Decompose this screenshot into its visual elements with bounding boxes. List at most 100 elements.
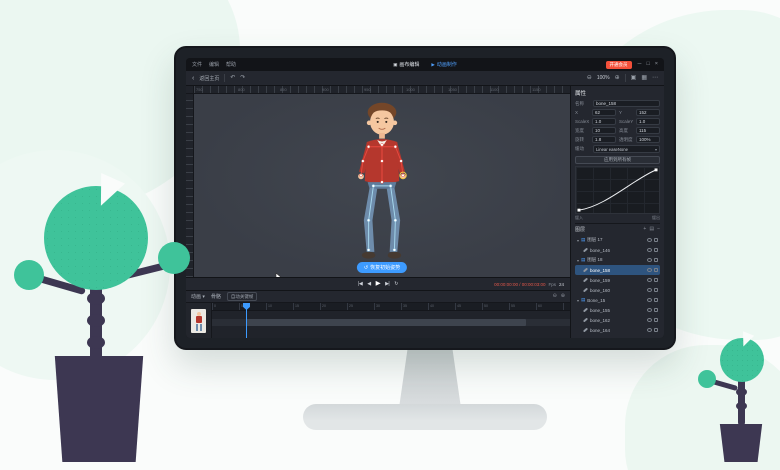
frame-number: 0 bbox=[212, 303, 239, 310]
fps-value[interactable]: 24 bbox=[559, 282, 564, 287]
play-button[interactable]: ▶ bbox=[376, 281, 381, 288]
group-layers-icon[interactable]: ▤ bbox=[649, 227, 654, 232]
layer-name: Bone_15 bbox=[587, 298, 645, 303]
chevron-down-icon[interactable]: ▾ bbox=[577, 298, 579, 303]
visibility-icon[interactable] bbox=[647, 268, 652, 272]
back-home-button[interactable]: 返回主页 bbox=[199, 75, 219, 82]
layer-row[interactable]: ▾▤图层 18 bbox=[575, 255, 660, 265]
step-back-button[interactable]: ◀ bbox=[367, 282, 370, 287]
property-input[interactable]: 1.0 bbox=[592, 118, 616, 125]
timeline-tab[interactable]: 动画 ▾ bbox=[191, 293, 205, 300]
visibility-icon[interactable] bbox=[647, 278, 652, 282]
undo-icon[interactable]: ↶ bbox=[230, 75, 235, 81]
visibility-icon[interactable] bbox=[647, 308, 652, 312]
lock-icon[interactable] bbox=[654, 248, 658, 252]
menu-item[interactable]: 帮助 bbox=[226, 61, 236, 68]
visibility-icon[interactable] bbox=[647, 318, 652, 322]
auto-keyframe-toggle[interactable]: 自动关键帧 bbox=[227, 292, 258, 301]
divider bbox=[224, 74, 225, 82]
skip-start-button[interactable]: |◀ bbox=[358, 282, 362, 287]
decorative-plant-left bbox=[12, 186, 190, 462]
easing-select[interactable]: Linear easeNone ▾ bbox=[593, 145, 660, 153]
step-forward-button[interactable]: ▶| bbox=[385, 282, 389, 287]
lock-icon[interactable] bbox=[654, 288, 658, 292]
animation-clip[interactable] bbox=[246, 319, 526, 326]
timeline-thumbnail[interactable] bbox=[191, 309, 206, 333]
layer-row[interactable]: bone_162 bbox=[575, 315, 660, 325]
visibility-icon[interactable] bbox=[647, 248, 652, 252]
frame-number: 45 bbox=[455, 303, 482, 310]
timecode: 00:00:00:00 / 00:00:03:00 bbox=[494, 282, 545, 287]
toolbar-left: ‹ 返回主页 ↶↷ bbox=[192, 74, 245, 82]
property-input[interactable]: 10 bbox=[592, 127, 616, 134]
plant-leaf-pod bbox=[158, 242, 190, 274]
mode-tab[interactable]: ▶动画制作 bbox=[431, 61, 456, 68]
ease-out-label: 缓出 bbox=[652, 215, 660, 221]
minimize-button[interactable]: ─ bbox=[638, 62, 642, 68]
property-input[interactable]: 62 bbox=[592, 109, 616, 116]
delete-layer-icon[interactable]: − bbox=[657, 227, 660, 232]
more-icon[interactable]: ⋯ bbox=[652, 75, 658, 81]
close-button[interactable]: × bbox=[655, 62, 658, 68]
layer-row[interactable]: bone_146 bbox=[575, 245, 660, 255]
lock-icon[interactable] bbox=[654, 308, 658, 312]
property-input[interactable]: 100% bbox=[636, 136, 660, 143]
visibility-icon[interactable] bbox=[647, 288, 652, 292]
lock-icon[interactable] bbox=[654, 258, 658, 262]
timeline-lane[interactable]: 051015202530354045505560 bbox=[212, 303, 570, 338]
lock-icon[interactable] bbox=[654, 318, 658, 322]
apply-all-frames-button[interactable]: 应用到所有帧 bbox=[575, 156, 660, 164]
redo-icon[interactable]: ↷ bbox=[240, 75, 245, 81]
fit-screen-icon[interactable]: ▣ bbox=[631, 75, 637, 81]
maximize-button[interactable]: □ bbox=[646, 62, 649, 68]
lock-icon[interactable] bbox=[654, 268, 658, 272]
vip-button[interactable]: 开通会员 bbox=[606, 61, 632, 69]
frame-ruler[interactable]: 051015202530354045505560 bbox=[212, 303, 570, 311]
menu-item[interactable]: 编辑 bbox=[209, 61, 219, 68]
visibility-icon[interactable] bbox=[647, 298, 652, 302]
lock-icon[interactable] bbox=[654, 328, 658, 332]
layer-row[interactable]: bone_158 bbox=[575, 265, 660, 275]
ruler-number: 1050 bbox=[446, 86, 488, 93]
timeline-track-head bbox=[186, 303, 212, 338]
property-input[interactable]: 1.0 bbox=[636, 118, 660, 125]
lock-icon[interactable] bbox=[654, 238, 658, 242]
timeline-zoom-out-icon[interactable]: ⊖ bbox=[553, 294, 557, 299]
layer-row[interactable]: bone_160 bbox=[575, 285, 660, 295]
mode-tab[interactable]: ▣画布编辑 bbox=[393, 61, 419, 68]
property-input[interactable]: 152 bbox=[636, 109, 660, 116]
visibility-icon[interactable] bbox=[647, 258, 652, 262]
menu-item[interactable]: 文件 bbox=[192, 61, 202, 68]
loop-button[interactable]: ↻ bbox=[394, 282, 398, 287]
zoom-in-icon[interactable]: ⊕ bbox=[615, 75, 620, 81]
grid-icon[interactable]: ▦ bbox=[641, 75, 647, 81]
lock-icon[interactable] bbox=[654, 298, 658, 302]
character[interactable] bbox=[337, 98, 427, 270]
layer-row[interactable]: ▾▤图层 17 bbox=[575, 235, 660, 245]
bone-name-field[interactable]: bone_158 bbox=[593, 100, 660, 107]
main-area: 7508008509009501000105011001150 bbox=[186, 86, 664, 338]
chevron-down-icon[interactable]: ▾ bbox=[577, 238, 579, 243]
frame-number: 50 bbox=[482, 303, 509, 310]
visibility-icon[interactable] bbox=[647, 238, 652, 242]
layer-row[interactable]: bone_164 bbox=[575, 325, 660, 335]
layer-row[interactable]: bone_155 bbox=[575, 305, 660, 315]
reset-pose-button[interactable]: ↺ 恢复初始姿势 bbox=[357, 262, 407, 273]
zoom-out-icon[interactable]: ⊖ bbox=[587, 75, 592, 81]
chevron-down-icon[interactable]: ▾ bbox=[577, 258, 579, 263]
lock-icon[interactable] bbox=[654, 278, 658, 282]
property-input[interactable]: 115 bbox=[636, 127, 660, 134]
timeline-zoom-in-icon[interactable]: ⊕ bbox=[561, 294, 565, 299]
visibility-icon[interactable] bbox=[647, 328, 652, 332]
layer-row[interactable]: ▾▤Bone_15 bbox=[575, 295, 660, 305]
timeline-tab[interactable]: 骨骼 bbox=[211, 293, 221, 300]
property-input[interactable]: 1.8 bbox=[592, 136, 616, 143]
ruler-number: 1000 bbox=[404, 86, 446, 93]
plant-pot bbox=[718, 424, 764, 462]
stage-canvas[interactable]: ↺ 恢复初始姿势 bbox=[194, 94, 570, 277]
thumbnail-figure bbox=[200, 324, 202, 331]
add-layer-icon[interactable]: + bbox=[643, 227, 646, 232]
layer-row[interactable]: bone_159 bbox=[575, 275, 660, 285]
easing-curve-editor[interactable] bbox=[575, 166, 660, 214]
layers-title: 图层 bbox=[575, 226, 585, 233]
